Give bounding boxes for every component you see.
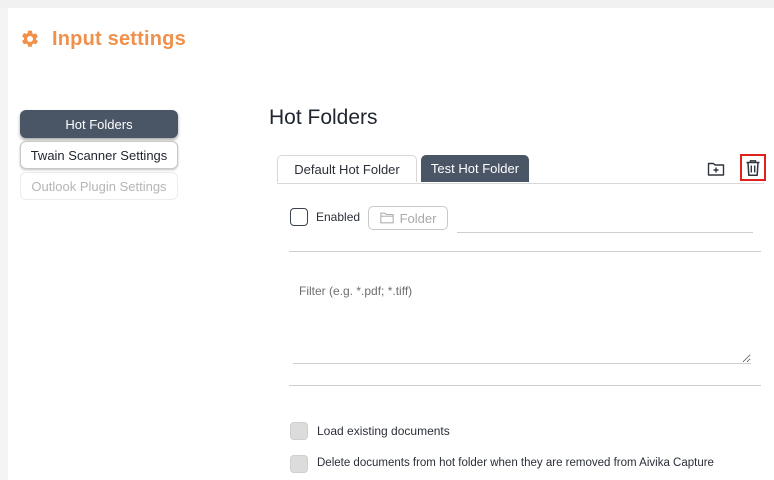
add-folder-button[interactable]: [706, 159, 726, 179]
page-title: Input settings: [52, 27, 186, 50]
folder-button: Folder: [368, 206, 448, 230]
sidebar-item-twain-scanner-settings[interactable]: Twain Scanner Settings: [20, 141, 178, 169]
folder-button-label: Folder: [399, 210, 437, 226]
section-title: Hot Folders: [269, 106, 378, 129]
folder-icon: [379, 212, 394, 224]
load-existing-label: Load existing documents: [317, 424, 450, 438]
top-divider: [0, 0, 774, 8]
folder-path-input[interactable]: [457, 206, 753, 233]
divider-1: [289, 251, 761, 252]
left-edge: [0, 8, 8, 480]
tab-default-hot-folder[interactable]: Default Hot Folder: [277, 155, 417, 182]
filter-input[interactable]: [293, 280, 751, 364]
enabled-checkbox[interactable]: [290, 208, 308, 226]
page-header: Input settings: [20, 24, 186, 54]
delete-folder-button[interactable]: [740, 154, 766, 181]
sidebar-nav: Hot Folders Twain Scanner Settings Outlo…: [20, 110, 180, 203]
trash-icon: [746, 159, 760, 176]
delete-documents-label: Delete documents from hot folder when th…: [317, 457, 714, 469]
sidebar-item-hot-folders[interactable]: Hot Folders: [20, 110, 178, 138]
delete-documents-checkbox[interactable]: [290, 455, 308, 473]
gear-icon: [22, 30, 38, 47]
enabled-label: Enabled: [316, 210, 361, 224]
load-existing-checkbox[interactable]: [290, 422, 308, 440]
add-folder-icon: [707, 162, 725, 176]
tab-bar: Default Hot Folder Test Hot Folder: [277, 155, 764, 184]
tab-test-hot-folder[interactable]: Test Hot Folder: [421, 155, 529, 182]
divider-2: [289, 385, 761, 386]
sidebar-item-outlook-plugin-settings: Outlook Plugin Settings: [20, 172, 178, 200]
